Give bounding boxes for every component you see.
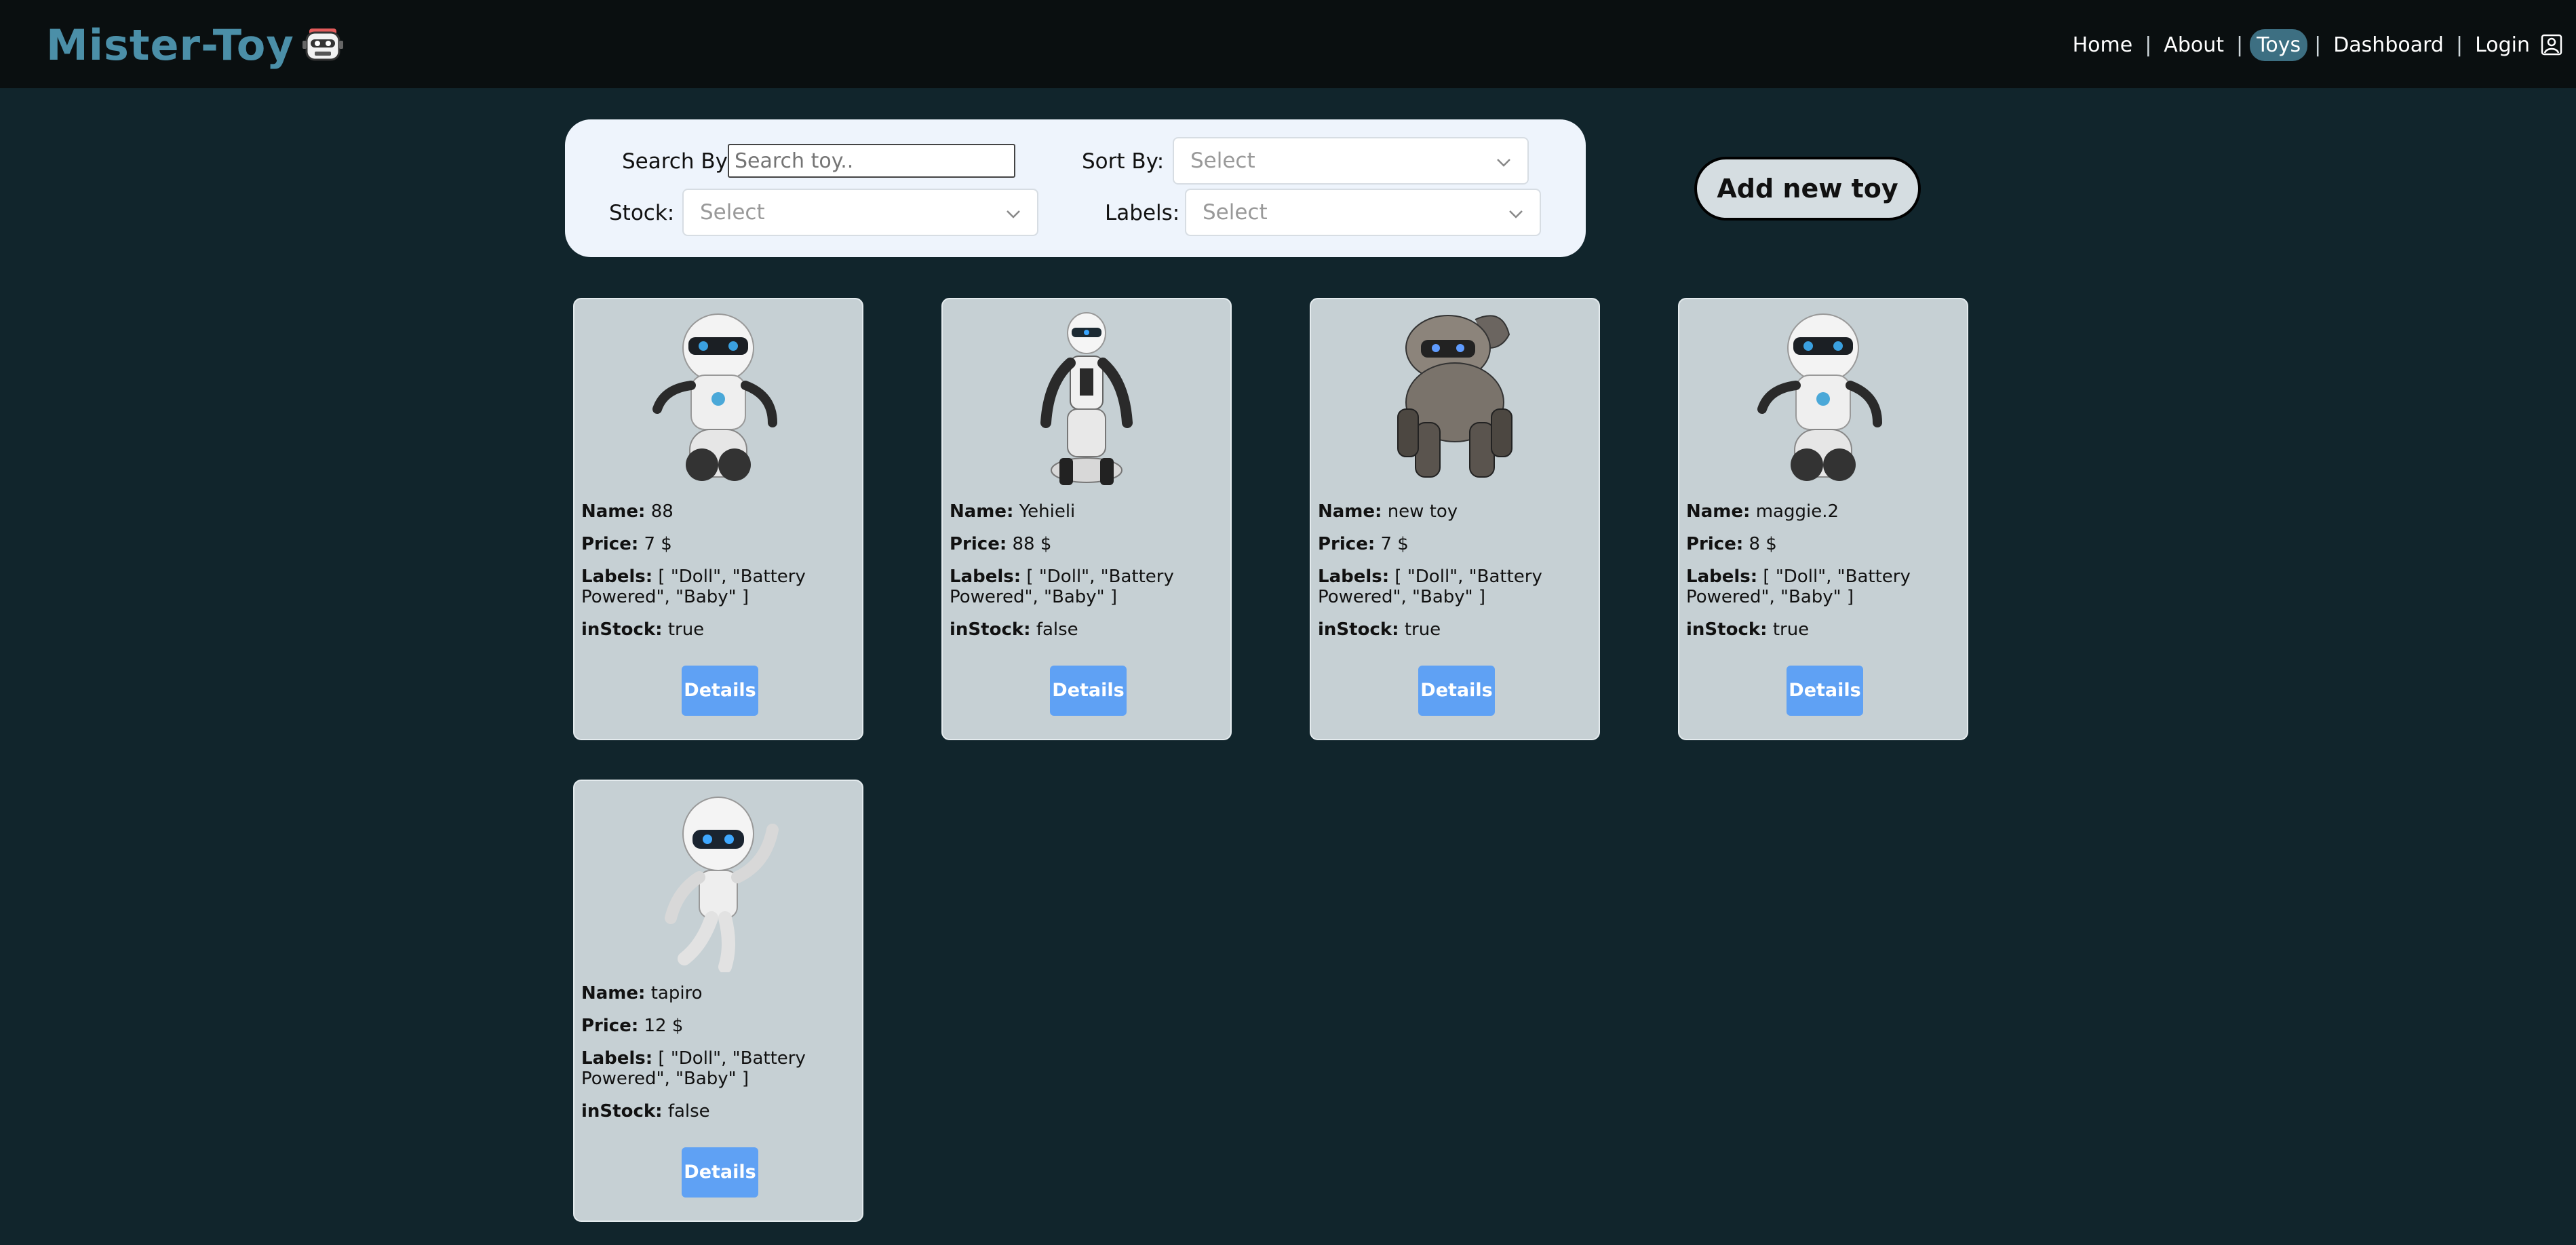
nav-home[interactable]: Home bbox=[2067, 29, 2139, 61]
stock-select-value: Select bbox=[700, 200, 765, 225]
toy-card: Name: tapiro Price: 12 $ Labels: [ "Doll… bbox=[573, 780, 863, 1222]
nav-separator: | bbox=[2145, 33, 2152, 57]
nav-separator: | bbox=[2314, 33, 2322, 57]
toy-instock: inStock: false bbox=[581, 1101, 710, 1122]
chevron-down-icon bbox=[1007, 210, 1020, 218]
logo[interactable]: Mister-Toy bbox=[46, 18, 345, 72]
app-header: Mister-Toy Home | About | Toys | Dashboa… bbox=[0, 0, 2576, 88]
user-icon[interactable] bbox=[2541, 34, 2562, 56]
nav-separator: | bbox=[2236, 33, 2244, 57]
details-button[interactable]: Details bbox=[1050, 666, 1127, 716]
sort-select[interactable]: Select bbox=[1173, 137, 1529, 185]
toy-instock: inStock: true bbox=[1318, 619, 1441, 640]
nav-separator: | bbox=[2455, 33, 2463, 57]
stock-label: Stock: bbox=[609, 201, 675, 225]
toy-labels: Labels: [ "Doll", "Battery Powered", "Ba… bbox=[581, 567, 806, 607]
search-input[interactable] bbox=[728, 144, 1015, 178]
stock-select[interactable]: Select bbox=[682, 189, 1038, 236]
logo-text[interactable]: Mister-Toy bbox=[46, 20, 294, 70]
toy-name: Name: new toy bbox=[1318, 501, 1458, 522]
toy-card: Name: 88 Price: 7 $ Labels: [ "Doll", "B… bbox=[573, 298, 863, 740]
flying-robot-icon bbox=[665, 797, 779, 972]
labels-label: Labels: bbox=[1105, 201, 1180, 225]
toy-name: Name: maggie.2 bbox=[1686, 501, 1839, 522]
robot-logo-icon bbox=[302, 28, 343, 61]
nav-dashboard[interactable]: Dashboard bbox=[2328, 29, 2449, 61]
toy-labels: Labels: [ "Doll", "Battery Powered", "Ba… bbox=[950, 567, 1174, 607]
main-nav: Home | About | Toys | Dashboard | Login bbox=[2067, 24, 2562, 65]
details-button[interactable]: Details bbox=[682, 1147, 758, 1198]
toy-card: Name: new toy Price: 7 $ Labels: [ "Doll… bbox=[1310, 298, 1600, 740]
toy-name: Name: Yehieli bbox=[950, 501, 1076, 522]
toy-price: Price: 88 $ bbox=[950, 534, 1052, 554]
toy-price: Price: 8 $ bbox=[1686, 534, 1777, 554]
toy-labels: Labels: [ "Doll", "Battery Powered", "Ba… bbox=[1318, 567, 1542, 607]
details-button[interactable]: Details bbox=[1787, 666, 1863, 716]
chevron-down-icon bbox=[1497, 159, 1510, 167]
nav-toys[interactable]: Toys bbox=[2250, 28, 2308, 61]
sort-select-value: Select bbox=[1190, 149, 1255, 173]
toy-instock: inStock: true bbox=[1686, 619, 1810, 640]
humanoid-robot-icon bbox=[1040, 312, 1133, 485]
details-button[interactable]: Details bbox=[1418, 666, 1495, 716]
nav-about[interactable]: About bbox=[2158, 29, 2229, 61]
add-new-toy-button[interactable]: Add new toy bbox=[1694, 157, 1921, 221]
toy-price: Price: 7 $ bbox=[1318, 534, 1409, 554]
toy-labels: Labels: [ "Doll", "Battery Powered", "Ba… bbox=[1686, 567, 1911, 607]
toy-instock: inStock: true bbox=[581, 619, 705, 640]
toy-labels: Labels: [ "Doll", "Battery Powered", "Ba… bbox=[581, 1048, 806, 1089]
toy-name: Name: 88 bbox=[581, 501, 674, 522]
toy-card: Name: Yehieli Price: 88 $ Labels: [ "Dol… bbox=[941, 298, 1232, 740]
toy-instock: inStock: false bbox=[950, 619, 1078, 640]
toy-price: Price: 7 $ bbox=[581, 534, 672, 554]
white-robot-icon bbox=[1757, 313, 1882, 481]
white-robot-icon bbox=[652, 313, 777, 481]
labels-select[interactable]: Select bbox=[1185, 189, 1541, 236]
nav-login[interactable]: Login bbox=[2470, 29, 2535, 61]
toy-card: Name: maggie.2 Price: 8 $ Labels: [ "Dol… bbox=[1678, 298, 1968, 740]
robot-dog-icon bbox=[1397, 315, 1513, 478]
details-button[interactable]: Details bbox=[682, 666, 758, 716]
toy-price: Price: 12 $ bbox=[581, 1016, 684, 1036]
chevron-down-icon bbox=[1509, 210, 1523, 218]
search-label: Search By bbox=[622, 149, 728, 174]
sort-label: Sort By: bbox=[1082, 149, 1165, 174]
toy-name: Name: tapiro bbox=[581, 983, 703, 1003]
labels-select-value: Select bbox=[1203, 200, 1268, 225]
